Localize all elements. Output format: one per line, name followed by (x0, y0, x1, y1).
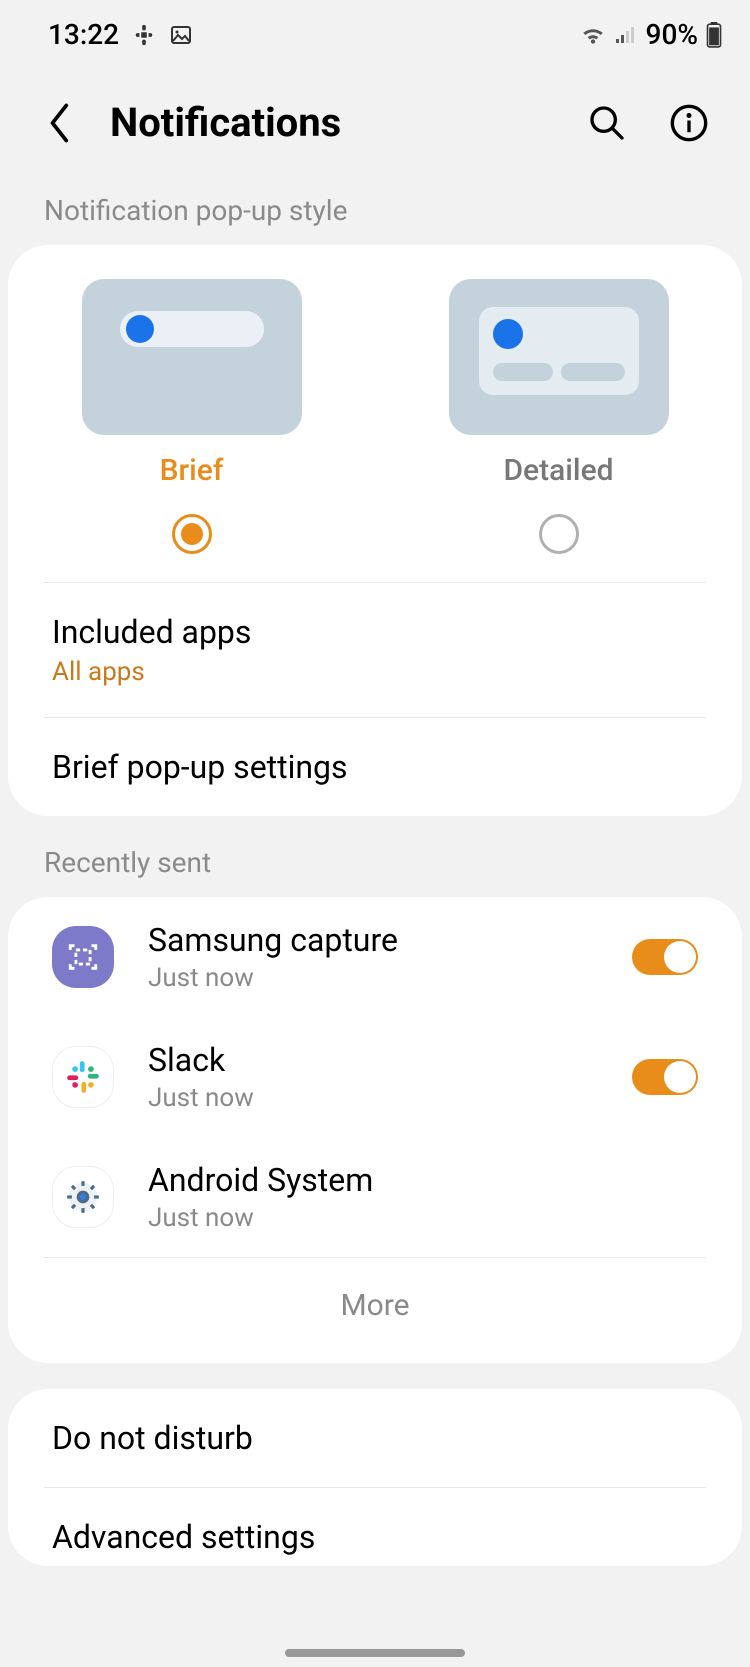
app-time: Just now (148, 1083, 598, 1113)
app-name: Slack (148, 1041, 598, 1079)
brief-preview (82, 279, 302, 435)
included-apps-subtitle: All apps (52, 657, 698, 687)
battery-percent: 90% (646, 18, 698, 51)
status-bar: 13:22 90% (0, 0, 750, 69)
page-title: Notifications (110, 99, 556, 146)
row-brief-popup-settings[interactable]: Brief pop-up settings (8, 718, 742, 816)
section-label-recently-sent: Recently sent (0, 816, 750, 897)
search-icon (587, 103, 627, 143)
battery-icon (706, 22, 722, 48)
popup-label-detailed: Detailed (503, 453, 613, 488)
back-button[interactable] (40, 103, 80, 143)
toggle-slack[interactable] (632, 1059, 698, 1095)
image-status-icon (169, 23, 193, 47)
section-label-popup-style: Notification pop-up style (0, 176, 750, 245)
info-button[interactable] (668, 102, 710, 144)
included-apps-title: Included apps (52, 613, 698, 651)
more-button[interactable]: More (8, 1258, 742, 1363)
dnd-title: Do not disturb (52, 1419, 698, 1457)
app-text: Samsung capture Just now (148, 921, 598, 993)
popup-option-detailed[interactable]: Detailed (375, 279, 742, 554)
status-left: 13:22 (48, 18, 193, 51)
search-button[interactable] (586, 102, 628, 144)
app-text: Android System Just now (148, 1161, 698, 1233)
app-time: Just now (148, 963, 598, 993)
detailed-preview (449, 279, 669, 435)
wifi-icon (580, 24, 606, 46)
popup-label-brief: Brief (160, 453, 224, 488)
status-right: 90% (580, 18, 722, 51)
signal-icon (614, 24, 638, 46)
popup-style-selector: Brief Detailed (8, 245, 742, 582)
radio-brief[interactable] (172, 514, 212, 554)
samsung-capture-icon (52, 926, 114, 988)
slack-icon (52, 1046, 114, 1108)
app-time: Just now (148, 1203, 698, 1233)
status-time: 13:22 (48, 18, 119, 51)
app-row-android-system[interactable]: Android System Just now (8, 1137, 742, 1257)
card-recently-sent: Samsung capture Just now Slack Just now (8, 897, 742, 1363)
app-row-samsung-capture[interactable]: Samsung capture Just now (8, 897, 742, 1017)
android-system-icon (52, 1166, 114, 1228)
brief-popup-title: Brief pop-up settings (52, 748, 698, 786)
toggle-samsung-capture[interactable] (632, 939, 698, 975)
card-popup-style: Brief Detailed Included apps All apps Br… (8, 245, 742, 816)
header-actions (586, 102, 710, 144)
app-name: Android System (148, 1161, 698, 1199)
app-row-slack[interactable]: Slack Just now (8, 1017, 742, 1137)
app-text: Slack Just now (148, 1041, 598, 1113)
chevron-left-icon (47, 103, 73, 143)
page-header: Notifications (0, 69, 750, 176)
popup-option-brief[interactable]: Brief (8, 279, 375, 554)
card-bottom: Do not disturb Advanced settings (8, 1389, 742, 1566)
radio-detailed[interactable] (539, 514, 579, 554)
info-icon (669, 103, 709, 143)
row-advanced-settings[interactable]: Advanced settings (8, 1488, 742, 1566)
home-indicator[interactable] (285, 1649, 465, 1657)
slack-status-icon (133, 24, 155, 46)
app-name: Samsung capture (148, 921, 598, 959)
advanced-title: Advanced settings (52, 1518, 698, 1556)
row-included-apps[interactable]: Included apps All apps (8, 583, 742, 717)
row-do-not-disturb[interactable]: Do not disturb (8, 1389, 742, 1487)
